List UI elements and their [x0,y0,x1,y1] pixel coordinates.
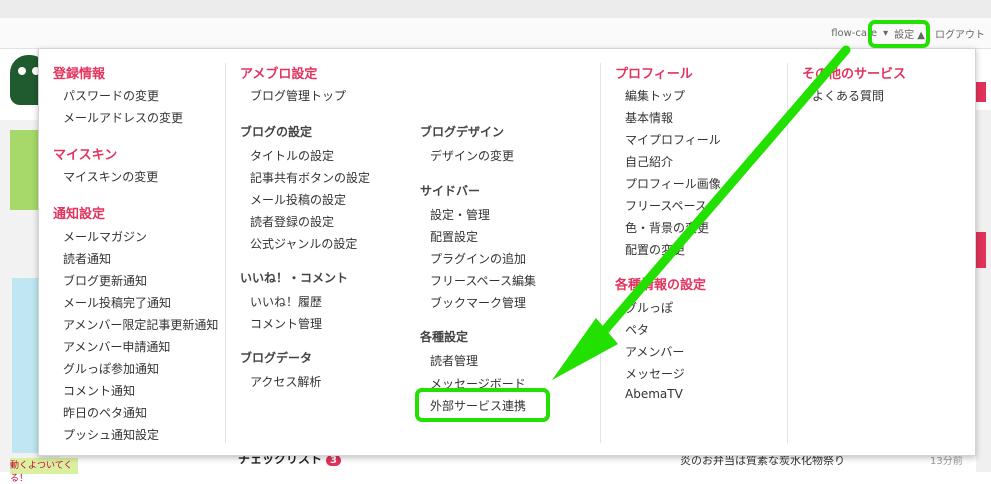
menu-item-color-background[interactable]: 色・背景の変更 [625,219,709,236]
menu-item-sidebar-settings[interactable]: 設定・管理 [430,206,490,223]
menu-item-email-change[interactable]: メールアドレスの変更 [63,109,183,126]
menu-item-amember-update-notice[interactable]: アメンバー限定記事更新通知 [63,316,218,333]
menu-item-comment-management[interactable]: コメント管理 [250,315,322,332]
category-info-settings: 各種情報の設定 [615,278,707,293]
menu-item-message[interactable]: メッセージ [625,365,685,382]
menu-item-abematv[interactable]: AbemaTV [625,387,683,401]
ad-banner[interactable] [10,130,40,210]
column-divider [600,63,601,443]
subheading-blog-data: ブログデータ [240,351,313,365]
menu-item-official-genre-settings[interactable]: 公式ジャンルの設定 [250,235,357,252]
menu-item-peta[interactable]: ペタ [625,321,649,338]
subheading-sidebar: サイドバー [420,184,481,198]
checklist-count-badge: 3 [326,455,341,466]
menu-item-basic-info[interactable]: 基本情報 [625,109,673,126]
menu-item-freespace-edit[interactable]: フリースペース編集 [430,272,536,289]
category-myskin: マイスキン [53,148,118,163]
menu-item-group[interactable]: グルっぽ [625,299,673,316]
menu-item-access-analytics[interactable]: アクセス解析 [250,373,321,390]
menu-item-profile-image[interactable]: プロフィール画像 [625,175,721,192]
subheading-various-settings: 各種設定 [420,330,469,344]
menu-item-blog-update-notice[interactable]: ブログ更新通知 [63,272,147,289]
menu-item-push-notice[interactable]: プッシュ通知設定 [63,426,159,443]
menu-item-freespace[interactable]: フリースペース [625,197,707,214]
menu-item-mail-post-settings[interactable]: メール投稿の設定 [250,191,346,208]
menu-item-mail-magazine[interactable]: メールマガジン [63,228,147,245]
menu-item-amember-request-notice[interactable]: アメンバー申請通知 [63,338,170,355]
category-ameblo-settings: アメブロ設定 [240,67,318,82]
menu-item-design-change[interactable]: デザインの変更 [430,147,514,164]
column-divider [225,63,226,443]
column-divider [787,63,788,443]
ad-text: 動くよついてくる！ [10,461,73,484]
menu-item-faq[interactable]: よくある質問 [812,87,884,104]
menu-item-peta-notice[interactable]: 昨日のペタ通知 [63,404,147,421]
category-notifications: 通知設定 [53,207,106,222]
menu-item-reader-management[interactable]: 読者管理 [430,352,478,369]
ad-banner-tall[interactable] [12,278,40,453]
menu-item-myskin-change[interactable]: マイスキンの変更 [63,168,158,185]
menu-item-self-intro[interactable]: 自己紹介 [625,153,673,170]
menu-item-blog-admin-top[interactable]: ブログ管理トップ [250,87,346,104]
settings-highlight-box [868,20,930,48]
browser-top-band [0,0,991,18]
menu-item-reader-registration-settings[interactable]: 読者登録の設定 [250,213,334,230]
menu-item-amember[interactable]: アメンバー [625,343,684,360]
menu-item-profile-edit-top[interactable]: 編集トップ [625,87,685,104]
menu-item-mail-post-notice[interactable]: メール投稿完了通知 [63,294,171,311]
menu-item-reader-notice[interactable]: 読者通知 [63,250,111,267]
menu-item-password-change[interactable]: パスワードの変更 [63,87,159,104]
menu-item-group-join-notice[interactable]: グルっぽ参加通知 [63,360,159,377]
menu-item-bookmark-management[interactable]: ブックマーク管理 [430,294,526,311]
right-column-bg [976,110,991,472]
external-service-highlight-box [415,388,550,422]
subheading-blog-settings: ブログの設定 [240,125,313,139]
category-other-services: その他のサービス [802,67,907,82]
category-registration: 登録情報 [53,67,106,82]
menu-item-title-settings[interactable]: タイトルの設定 [250,147,334,164]
category-profile: プロフィール [615,67,693,82]
right-accent-block-2 [976,232,986,268]
logout-link[interactable]: ログアウト [935,26,985,41]
subheading-likes-comments: いいね！・コメント [240,271,349,285]
right-accent-block [976,82,986,102]
menu-item-layout-change[interactable]: 配置の変更 [625,241,685,258]
menu-item-layout-settings[interactable]: 配置設定 [430,228,478,245]
menu-item-like-history[interactable]: いいね！履歴 [250,293,322,310]
subheading-blog-design: ブログデザイン [420,125,505,139]
menu-item-add-plugin[interactable]: プラグインの追加 [430,250,526,267]
menu-item-share-button-settings[interactable]: 記事共有ボタンの設定 [250,169,370,186]
menu-item-comment-notice[interactable]: コメント通知 [63,382,135,399]
menu-item-my-profile[interactable]: マイプロフィール [625,131,721,148]
